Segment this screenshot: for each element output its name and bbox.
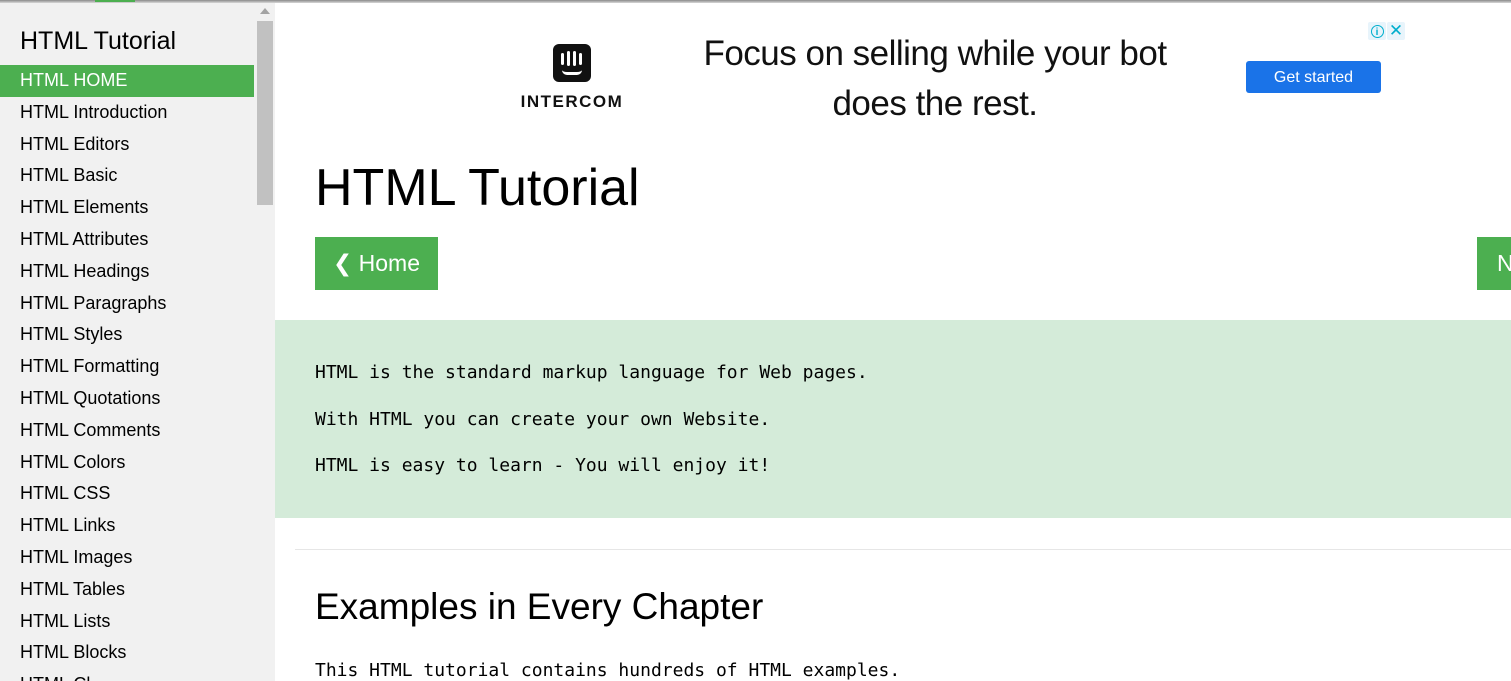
intro-panel: HTML is the standard markup language for… bbox=[275, 320, 1511, 518]
sidebar-item-html-images[interactable]: HTML Images bbox=[0, 542, 254, 574]
sidebar-scrollbar[interactable] bbox=[255, 3, 275, 681]
section-divider bbox=[295, 549, 1511, 550]
sidebar: HTML Tutorial HTML HOME HTML Introductio… bbox=[0, 3, 275, 681]
sidebar-item-html-home[interactable]: HTML HOME bbox=[0, 65, 254, 97]
intro-line-3: HTML is easy to learn - You will enjoy i… bbox=[315, 455, 771, 476]
scrollbar-thumb[interactable] bbox=[257, 21, 273, 205]
sidebar-item-html-attributes[interactable]: HTML Attributes bbox=[0, 224, 254, 256]
main-content: INTERCOM Focus on selling while your bot… bbox=[275, 3, 1511, 681]
sidebar-item-html-paragraphs[interactable]: HTML Paragraphs bbox=[0, 288, 254, 320]
sidebar-item-html-editors[interactable]: HTML Editors bbox=[0, 129, 254, 161]
sidebar-item-html-formatting[interactable]: HTML Formatting bbox=[0, 351, 254, 383]
page-title: HTML Tutorial bbox=[315, 159, 640, 217]
sidebar-item-html-links[interactable]: HTML Links bbox=[0, 510, 254, 542]
top-accent-bar bbox=[95, 0, 135, 2]
sidebar-item-html-introduction[interactable]: HTML Introduction bbox=[0, 97, 254, 129]
intro-line-1: HTML is the standard markup language for… bbox=[315, 362, 868, 383]
section-text: This HTML tutorial contains hundreds of … bbox=[315, 660, 901, 681]
sidebar-item-html-comments[interactable]: HTML Comments bbox=[0, 415, 254, 447]
sidebar-item-html-blocks[interactable]: HTML Blocks bbox=[0, 637, 254, 669]
sidebar-item-html-colors[interactable]: HTML Colors bbox=[0, 447, 254, 479]
sidebar-item-html-tables[interactable]: HTML Tables bbox=[0, 574, 254, 606]
intro-line-2: With HTML you can create your own Websit… bbox=[315, 409, 771, 430]
ad-headline: Focus on selling while your bot does the… bbox=[703, 34, 1167, 123]
ad-info-glyph: i bbox=[1370, 25, 1384, 38]
sidebar-title: HTML Tutorial bbox=[20, 27, 177, 55]
sidebar-item-html-quotations[interactable]: HTML Quotations bbox=[0, 383, 254, 415]
scroll-up-arrow-icon[interactable] bbox=[260, 8, 270, 14]
sidebar-item-html-styles[interactable]: HTML Styles bbox=[0, 319, 254, 351]
ad-info-icon[interactable]: i bbox=[1368, 22, 1386, 40]
next-button[interactable]: N bbox=[1477, 237, 1511, 290]
sidebar-item-html-lists[interactable]: HTML Lists bbox=[0, 606, 254, 638]
section-title: Examples in Every Chapter bbox=[315, 586, 764, 627]
sidebar-nav-list: HTML HOME HTML Introduction HTML Editors… bbox=[0, 65, 254, 681]
intercom-logo-icon bbox=[553, 44, 591, 82]
sidebar-item-html-headings[interactable]: HTML Headings bbox=[0, 256, 254, 288]
sidebar-item-html-css[interactable]: HTML CSS bbox=[0, 478, 254, 510]
sidebar-item-html-elements[interactable]: HTML Elements bbox=[0, 192, 254, 224]
sidebar-item-html-basic[interactable]: HTML Basic bbox=[0, 160, 254, 192]
ad-close-icon[interactable]: ✕ bbox=[1387, 22, 1405, 40]
sidebar-item-html-classes[interactable]: HTML Cl bbox=[0, 669, 254, 681]
ad-brand-name: INTERCOM bbox=[520, 92, 624, 111]
ad-get-started-button[interactable]: Get started bbox=[1246, 61, 1381, 93]
previous-home-button[interactable]: ❮ Home bbox=[315, 237, 438, 290]
ad-banner[interactable]: INTERCOM Focus on selling while your bot… bbox=[275, 3, 1511, 133]
